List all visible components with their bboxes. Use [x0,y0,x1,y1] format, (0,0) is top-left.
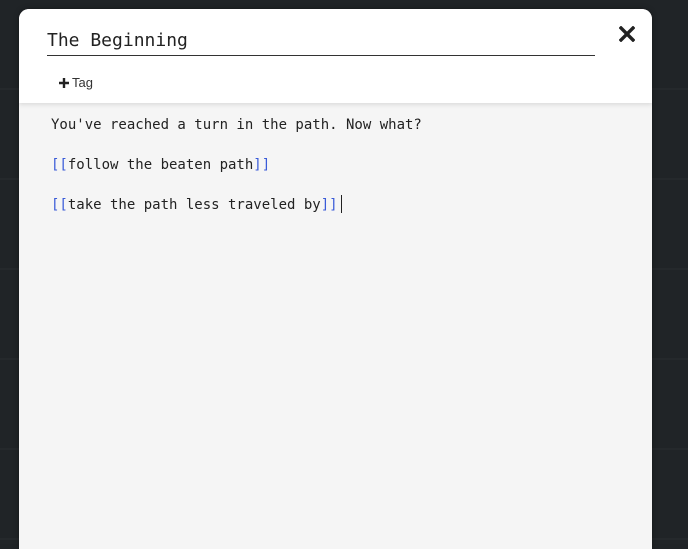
close-button[interactable] [617,23,637,45]
passage-link-line: [[follow the beaten path]] [51,155,620,175]
plus-icon [59,78,69,88]
link-close-bracket: ]] [321,197,338,213]
link-text: take the path less traveled by [68,197,321,213]
add-tag-label: Tag [72,75,93,90]
link-text: follow the beaten path [68,157,253,173]
passage-text-line: You've reached a turn in the path. Now w… [51,115,620,135]
passage-link-line: [[take the path less traveled by]] [51,195,620,215]
passage-edit-dialog: Tag You've reached a turn in the path. N… [19,9,652,549]
passage-text-editor[interactable]: You've reached a turn in the path. Now w… [19,103,652,549]
close-icon [619,26,635,42]
add-tag-button[interactable]: Tag [59,75,93,90]
link-open-bracket: [[ [51,197,68,213]
link-open-bracket: [[ [51,157,68,173]
dialog-header: Tag [19,9,652,103]
passage-title-input[interactable] [47,25,595,56]
link-close-bracket: ]] [253,157,270,173]
text-cursor [341,195,342,213]
